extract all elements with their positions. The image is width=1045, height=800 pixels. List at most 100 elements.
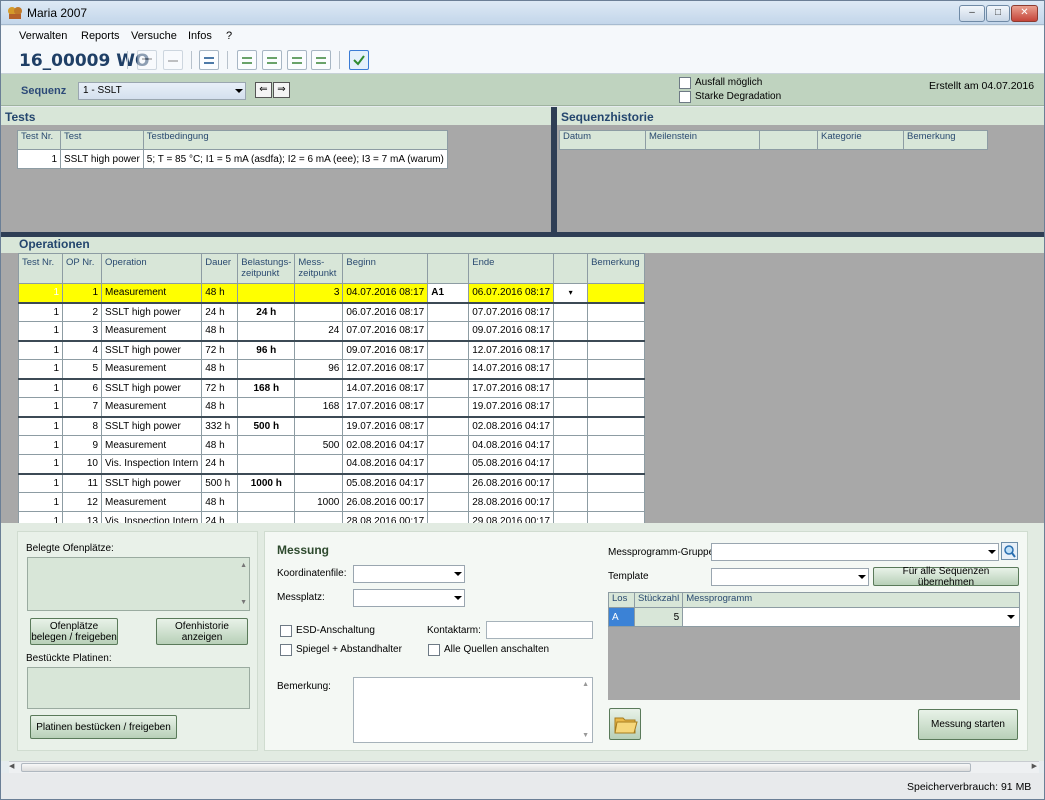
table-cell[interactable]	[427, 415, 470, 436]
table-cell[interactable]: 48 h	[201, 283, 239, 303]
scroll-down-icon[interactable]: ▼	[240, 599, 247, 606]
table-cell[interactable]: 48 h	[201, 435, 239, 455]
table-cell[interactable]: 1	[18, 377, 63, 398]
report-list-icon[interactable]	[262, 50, 282, 70]
table-cell[interactable]	[553, 435, 589, 455]
table-cell[interactable]	[587, 339, 646, 360]
table-cell[interactable]: 1	[18, 435, 63, 455]
table-cell[interactable]: 1	[18, 321, 63, 341]
table-cell[interactable]	[294, 472, 344, 493]
menu-help[interactable]: ?	[226, 30, 232, 42]
table-cell[interactable]: 6	[62, 377, 102, 398]
col-messzeitpunkt[interactable]: Mess- zeitpunkt	[294, 253, 344, 284]
scroll-right-icon[interactable]: ▶	[1032, 762, 1037, 770]
cell[interactable]: 5; T = 85 °C; I1 = 5 mA (asdfa); I2 = 6 …	[142, 149, 448, 169]
table-cell[interactable]: 09.07.2016 08:17	[468, 321, 555, 341]
table-cell[interactable]: 48 h	[201, 492, 239, 512]
table-row[interactable]: 1 9 Measurement 48 h 500 02.08.2016 04:17 04.0…	[18, 435, 646, 455]
col-test-nr[interactable]: Test Nr.	[17, 130, 61, 150]
ofenhistorie-button[interactable]: Ofenhistorie anzeigen	[156, 618, 248, 645]
table-cell[interactable]: 24	[294, 321, 344, 341]
table-cell[interactable]: 4	[62, 339, 102, 360]
platinen-bestuecken-button[interactable]: Platinen bestücken / freigeben	[30, 715, 177, 739]
table-cell[interactable]: 500	[294, 435, 344, 455]
table-cell[interactable]: 06.07.2016 08:17	[468, 283, 555, 303]
table-row[interactable]: 1 6 SSLT high power 72 h 168 h 14.07.2016 08:…	[18, 377, 646, 398]
table-cell[interactable]: 1	[62, 283, 102, 303]
table-cell[interactable]: 332 h	[201, 415, 239, 436]
table-row[interactable]: 1 11 SSLT high power 500 h 1000 h 05.08.2016 …	[18, 472, 646, 493]
table-cell[interactable]: Measurement	[100, 397, 203, 417]
table-cell[interactable]: 500 h	[201, 472, 239, 493]
quellen-checkbox[interactable]	[428, 644, 440, 656]
table-cell[interactable]: 48 h	[201, 359, 239, 379]
table-cell[interactable]	[427, 359, 470, 379]
spiegel-checkbox[interactable]	[280, 644, 292, 656]
table-cell[interactable]: ▾	[553, 283, 589, 303]
table-cell[interactable]	[237, 359, 296, 379]
table-cell[interactable]: 1	[18, 472, 63, 493]
table-cell[interactable]: 8	[62, 415, 102, 436]
minimize-button[interactable]: –	[959, 5, 985, 22]
table-cell[interactable]	[587, 492, 646, 512]
messplatz-select[interactable]	[353, 589, 465, 607]
table-cell[interactable]: Vis. Inspection Intern	[100, 454, 203, 474]
table-cell[interactable]: A1	[427, 283, 470, 303]
next-arrow-button[interactable]: ⇒	[273, 82, 290, 98]
table-cell[interactable]: 24 h	[237, 301, 296, 322]
table-cell[interactable]: 3	[294, 283, 344, 303]
table-cell[interactable]: 05.08.2016 04:17	[342, 472, 429, 493]
table-row[interactable]: 1 1 Measurement 48 h 3 04.07.2016 08:17 A1 06.0…	[18, 283, 646, 303]
table-cell[interactable]: 1	[18, 397, 63, 417]
report-grid-icon[interactable]	[237, 50, 257, 70]
table-row[interactable]: A 5	[608, 607, 1020, 627]
maximize-button[interactable]: □	[986, 5, 1010, 22]
table-cell[interactable]	[553, 472, 589, 493]
table-cell[interactable]: Measurement	[100, 283, 203, 303]
table-cell[interactable]: 26.08.2016 00:17	[468, 472, 555, 493]
menu-verwalten[interactable]: Verwalten	[19, 30, 67, 42]
table-cell[interactable]	[294, 377, 344, 398]
table-cell[interactable]: 28.08.2016 00:17	[468, 492, 555, 512]
edit-icon[interactable]	[137, 50, 157, 70]
table-cell[interactable]	[294, 339, 344, 360]
table-cell[interactable]: 2	[62, 301, 102, 322]
horizontal-scrollbar[interactable]: ◀ ▶	[9, 761, 1039, 773]
table-cell[interactable]: 17.07.2016 08:17	[468, 377, 555, 398]
col-stueckzahl[interactable]: Stückzahl	[633, 592, 684, 608]
sequenz-select[interactable]: 1 - SSLT	[78, 82, 246, 100]
messung-starten-button[interactable]: Messung starten	[918, 709, 1018, 740]
table-cell[interactable]: Measurement	[100, 321, 203, 341]
cell[interactable]: 1	[17, 149, 61, 169]
col-messprogramm[interactable]: Messprogramm	[682, 592, 1020, 608]
menu-infos[interactable]: Infos	[188, 30, 212, 42]
table-row[interactable]: 1 10 Vis. Inspection Intern 24 h 04.08.2016 …	[18, 454, 646, 474]
table-cell[interactable]	[553, 301, 589, 322]
cell-stueckzahl[interactable]: 5	[633, 607, 684, 627]
col-operation[interactable]: Operation	[100, 253, 203, 284]
table-row[interactable]: 1 2 SSLT high power 24 h 24 h 06.07.2016 08:1…	[18, 301, 646, 322]
table-cell[interactable]: 02.08.2016 04:17	[468, 415, 555, 436]
copy-icon[interactable]	[199, 50, 219, 70]
col-beginn[interactable]: Beginn	[342, 253, 429, 284]
table-cell[interactable]	[587, 435, 646, 455]
table-cell[interactable]: 07.07.2016 08:17	[342, 321, 429, 341]
table-cell[interactable]: 24 h	[201, 301, 239, 322]
table-cell[interactable]	[587, 377, 646, 398]
table-row[interactable]: 1 4 SSLT high power 72 h 96 h 09.07.2016 08:1…	[18, 339, 646, 360]
col-marker[interactable]	[427, 253, 470, 284]
table-cell[interactable]: 10	[62, 454, 102, 474]
table-cell[interactable]: 11	[62, 472, 102, 493]
ausfall-checkbox[interactable]	[679, 77, 691, 89]
table-cell[interactable]	[427, 435, 470, 455]
table-cell[interactable]	[237, 492, 296, 512]
table-cell[interactable]: 3	[62, 321, 102, 341]
table-row[interactable]: 1 8 SSLT high power 332 h 500 h 19.07.2016 08…	[18, 415, 646, 436]
checklist-icon[interactable]	[349, 50, 369, 70]
table-cell[interactable]	[553, 321, 589, 341]
table-cell[interactable]	[587, 301, 646, 322]
table-cell[interactable]: 96 h	[237, 339, 296, 360]
table-cell[interactable]	[427, 454, 470, 474]
table-cell[interactable]	[237, 321, 296, 341]
kontaktarm-input[interactable]	[486, 621, 593, 639]
